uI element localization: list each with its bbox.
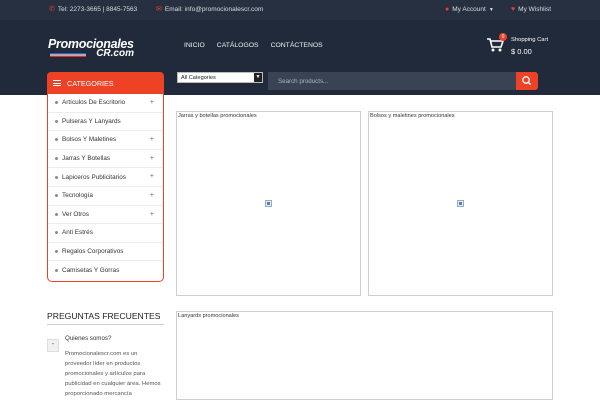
bullet-icon xyxy=(55,250,58,254)
phone-icon: ✆ xyxy=(49,6,55,13)
faq-answer: Promocionalescr.com es un proveedor líde… xyxy=(65,351,161,397)
category-select[interactable]: All Categories ▼ xyxy=(177,72,263,83)
logo-flag-stripe xyxy=(50,53,86,57)
plus-icon[interactable]: + xyxy=(150,99,154,106)
category-label: Artículos De Escritorio xyxy=(62,99,126,107)
bullet-icon xyxy=(55,157,58,161)
category-label: Jarras Y Botellas xyxy=(62,155,111,163)
cart-label: Shopping Cart xyxy=(511,37,549,43)
shopping-cart[interactable]: 0 Shopping Cart $ 0.00 xyxy=(486,33,556,59)
product-banner-title: Lanyards promocionales xyxy=(178,313,239,319)
plus-icon[interactable]: + xyxy=(150,155,154,162)
category-label: Pulseras Y Lanyards xyxy=(62,117,121,125)
product-banner-bolsos[interactable]: Bolsos y maletines promocionales xyxy=(368,111,553,296)
phone-info: ✆ Tel: 2273-3665 | 8845-7563 xyxy=(49,6,137,13)
faq-divider xyxy=(47,324,164,325)
plus-icon[interactable]: + xyxy=(150,136,154,143)
my-account-label[interactable]: My Account xyxy=(452,6,486,13)
category-select-value: All Categories xyxy=(181,75,216,81)
my-account-menu[interactable]: ● My Account ▼ xyxy=(445,6,494,13)
category-item[interactable]: Ver Otros + xyxy=(48,206,163,225)
my-wishlist-label[interactable]: My Wishlist xyxy=(518,6,551,13)
category-label: Regalos Corporativos xyxy=(62,248,124,256)
site-logo[interactable]: Promocionales CR.com xyxy=(48,37,134,59)
product-banner-lanyards[interactable]: Lanyards promocionales xyxy=(176,311,553,400)
heart-icon: ♥ xyxy=(511,6,516,13)
bullet-icon xyxy=(55,194,58,198)
categories-toggle[interactable]: CATEGORIES xyxy=(47,72,164,94)
category-label: Lapiceros Publicitarios xyxy=(62,173,126,181)
category-label: Anti Estrés xyxy=(62,229,93,237)
main-nav: INICIO CATÁLOGOS CONTÁCTENOS xyxy=(184,42,323,49)
product-banner-title: Bolsos y maletines promocionales xyxy=(370,113,455,119)
search-icon xyxy=(522,76,532,86)
category-item[interactable]: Artículos De Escritorio + xyxy=(48,94,163,113)
bullet-icon xyxy=(55,119,58,123)
bullet-icon xyxy=(55,212,58,216)
category-item[interactable]: Lapiceros Publicitarios + xyxy=(48,168,163,187)
cart-count-badge: 0 xyxy=(499,33,507,41)
category-item[interactable]: Bolsos Y Maletines + xyxy=(48,131,163,150)
plus-icon[interactable]: + xyxy=(150,211,154,218)
category-item[interactable]: Regalos Corporativos xyxy=(48,243,163,262)
faq-toggle-button[interactable]: - xyxy=(47,339,59,352)
cart-total: $ 0.00 xyxy=(511,47,532,56)
category-list: Artículos De Escritorio + Pulseras Y Lany… xyxy=(47,94,164,282)
chevron-down-icon: ▼ xyxy=(488,6,494,13)
top-bar: ✆ Tel: 2273-3665 | 8845-7563 ✉ Email: in… xyxy=(0,0,600,20)
plus-icon[interactable]: + xyxy=(150,173,154,180)
search-input[interactable]: Search products... xyxy=(268,72,516,90)
bullet-icon xyxy=(55,269,58,273)
category-item[interactable]: Tecnología + xyxy=(48,187,163,206)
product-banner-title: Jarras y botellas promocionales xyxy=(178,113,257,119)
category-item[interactable]: Camisetas Y Gorras xyxy=(48,261,163,280)
broken-image-icon xyxy=(265,200,272,207)
plus-icon[interactable]: + xyxy=(150,192,154,199)
nav-inicio[interactable]: INICIO xyxy=(184,42,205,49)
envelope-icon: ✉ xyxy=(156,6,162,13)
broken-image-icon xyxy=(457,200,464,207)
category-label: Ver Otros xyxy=(62,210,89,218)
category-label: Tecnología xyxy=(62,192,93,200)
categories-title: CATEGORIES xyxy=(67,78,114,88)
select-arrow-icon: ▼ xyxy=(254,73,262,82)
email-text[interactable]: Email: info@promocionalescr.com xyxy=(165,6,263,13)
bullet-icon xyxy=(55,175,58,179)
bullet-icon xyxy=(55,101,58,105)
my-wishlist-link[interactable]: ♥ My Wishlist xyxy=(511,6,551,13)
category-label: Camisetas Y Gorras xyxy=(62,267,120,275)
nav-contactenos[interactable]: CONTÁCTENOS xyxy=(271,42,323,49)
email-info[interactable]: ✉ Email: info@promocionalescr.com xyxy=(156,6,263,13)
category-item[interactable]: Jarras Y Botellas + xyxy=(48,150,163,169)
user-icon: ● xyxy=(445,6,450,13)
category-item[interactable]: Pulseras Y Lanyards xyxy=(48,113,163,132)
nav-catalogos[interactable]: CATÁLOGOS xyxy=(217,42,259,49)
phone-text: Tel: 2273-3665 | 8845-7563 xyxy=(57,6,138,13)
bullet-icon xyxy=(55,138,58,142)
faq-question[interactable]: Quienes somos? xyxy=(65,335,111,342)
category-label: Bolsos Y Maletines xyxy=(62,136,117,144)
logo-text-domain: CR.com xyxy=(96,48,134,59)
product-banner-jarras[interactable]: Jarras y botellas promocionales xyxy=(176,111,361,296)
category-item[interactable]: Anti Estrés xyxy=(48,224,163,243)
faq-title: PREGUNTAS FRECUENTES xyxy=(47,311,161,321)
bullet-icon xyxy=(55,231,58,235)
search-placeholder: Search products... xyxy=(278,78,329,85)
menu-icon xyxy=(53,80,61,86)
search-button[interactable] xyxy=(516,72,538,90)
